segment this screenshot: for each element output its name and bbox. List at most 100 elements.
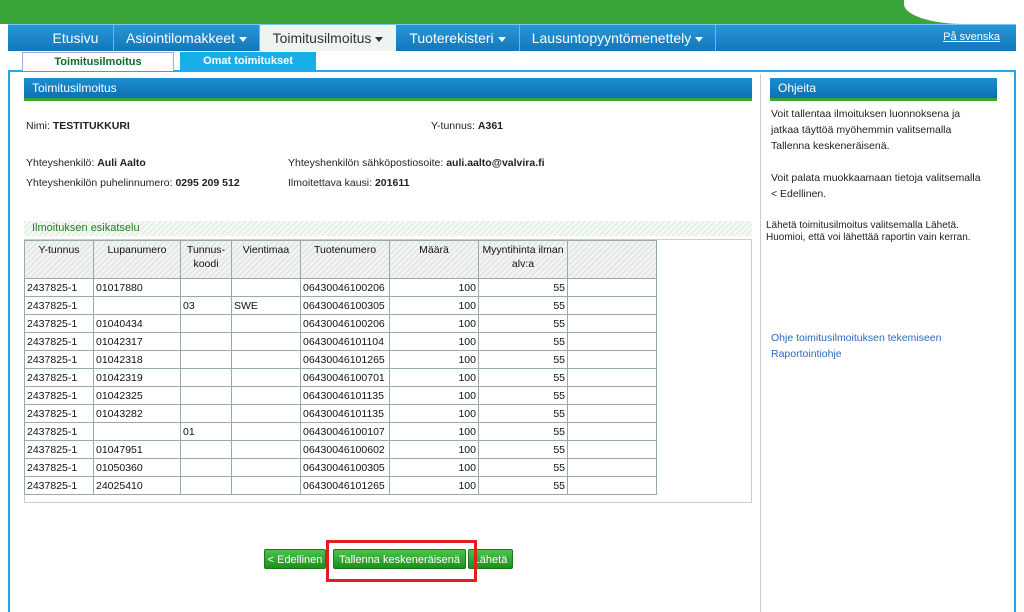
table-row: 2437825-1 01042325 06430046101135 100 55 <box>24 386 657 405</box>
table-cell: 2437825-1 <box>24 440 94 459</box>
table-cell <box>567 314 657 333</box>
period-label: Ilmoitettava kausi: <box>288 177 373 189</box>
table-cell <box>567 368 657 387</box>
table-cell: 100 <box>389 404 479 423</box>
table-cell: 55 <box>478 278 568 297</box>
table-cell: 06430046100305 <box>300 296 390 315</box>
nav-item-tuoterekisteri[interactable]: Tuoterekisteri <box>396 25 520 51</box>
table-cell: 01042325 <box>93 386 181 405</box>
nav-label: Asiointilomakkeet <box>126 30 235 46</box>
table-cell: 06430046101135 <box>300 386 390 405</box>
contact-value: Auli Aalto <box>97 157 146 169</box>
table-cell: 2437825-1 <box>24 278 94 297</box>
table-cell <box>180 332 232 351</box>
table-cell <box>231 404 301 423</box>
phone-value: 0295 209 512 <box>175 177 240 189</box>
table-row: 2437825-1 01 06430046100107 100 55 <box>24 422 657 441</box>
language-link[interactable]: På svenska <box>943 31 1000 43</box>
table-cell: 55 <box>478 476 568 495</box>
frame-border <box>1014 70 1016 612</box>
frame-border <box>8 70 10 612</box>
table-cell <box>231 314 301 333</box>
table-cell <box>567 350 657 369</box>
nav-item-lausuntopyyntomenettely[interactable]: Lausuntopyyntömenettely <box>520 25 716 51</box>
table-cell: SWE <box>231 296 301 315</box>
table-cell: 2437825-1 <box>24 386 94 405</box>
table-row: 2437825-1 01042319 06430046100701 100 55 <box>24 368 657 387</box>
table-cell: 01043282 <box>93 404 181 423</box>
phone-label: Yhteyshenkilön puhelinnumero: <box>26 177 173 189</box>
table-cell: 2437825-1 <box>24 350 94 369</box>
table-cell: 01042319 <box>93 368 181 387</box>
table-cell: 55 <box>478 386 568 405</box>
nav-label: Etusivu <box>52 30 99 46</box>
table-cell: 55 <box>478 422 568 441</box>
ytunnus-field: Y-tunnus: A361 <box>431 120 503 132</box>
table-cell <box>567 386 657 405</box>
chevron-down-icon <box>238 36 247 42</box>
table-cell: 100 <box>389 476 479 495</box>
table-cell: 2437825-1 <box>24 476 94 495</box>
table-cell <box>231 368 301 387</box>
table-cell: 55 <box>478 332 568 351</box>
help-line: Huomioi, että voi lähettää raportin vain… <box>766 232 971 243</box>
table-cell <box>231 278 301 297</box>
help-link-instructions[interactable]: Ohje toimitusilmoituksen tekemiseen <box>771 332 941 344</box>
table-cell: 01042317 <box>93 332 181 351</box>
table-cell: 2437825-1 <box>24 296 94 315</box>
subtab-toimitusilmoitus[interactable]: Toimitusilmoitus <box>22 52 174 71</box>
table-cell: 06430046100602 <box>300 440 390 459</box>
nav-item-toimitusilmoitus[interactable]: Toimitusilmoitus <box>260 25 396 51</box>
highlight-box <box>326 540 477 582</box>
table-cell: 01 <box>180 422 232 441</box>
nav-item-asiointilomakkeet[interactable]: Asiointilomakkeet <box>114 25 260 51</box>
table-cell <box>231 386 301 405</box>
nav-label: Lausuntopyyntömenettely <box>531 30 692 46</box>
table-row: 2437825-1 01050360 06430046100305 100 55 <box>24 458 657 477</box>
table-cell: 06430046100701 <box>300 368 390 387</box>
table-cell <box>180 404 232 423</box>
help-link-reporting[interactable]: Raportointiohje <box>771 348 842 360</box>
help-paragraph-2: Voit palata muokkaamaan tietoja valitsem… <box>771 170 981 202</box>
nav-label: Toimitusilmoitus <box>272 30 372 46</box>
subtab-omat-toimitukset[interactable]: Omat toimitukset <box>180 52 316 70</box>
table-cell <box>231 332 301 351</box>
table-row: 2437825-1 24025410 06430046101265 100 55 <box>24 476 657 495</box>
table-cell <box>231 458 301 477</box>
col-header: Tunnus-koodi <box>180 240 232 279</box>
table-cell <box>180 314 232 333</box>
table-cell: 24025410 <box>93 476 181 495</box>
help-line: Tallenna keskeneräisenä. <box>771 140 890 152</box>
table-cell <box>567 278 657 297</box>
help-line: Voit tallentaa ilmoituksen luonnoksena j… <box>771 108 961 120</box>
period-field: Ilmoitettava kausi: 201611 <box>288 177 409 189</box>
table-row: 2437825-1 03 SWE 06430046100305 100 55 <box>24 296 657 315</box>
table-cell: 100 <box>389 350 479 369</box>
table-cell: 2437825-1 <box>24 404 94 423</box>
email-field: Yhteyshenkilön sähköpostiosoite: auli.aa… <box>288 157 545 169</box>
table-cell: 100 <box>389 296 479 315</box>
table-cell <box>567 440 657 459</box>
nav-item-etusivu[interactable]: Etusivu <box>38 25 114 51</box>
table-cell <box>567 332 657 351</box>
ytunnus-label: Y-tunnus: <box>431 120 475 132</box>
col-header: Määrä <box>389 240 479 279</box>
table-cell: 01042318 <box>93 350 181 369</box>
contact-label: Yhteyshenkilö: <box>26 157 95 169</box>
table-cell <box>567 404 657 423</box>
table-cell <box>180 476 232 495</box>
table-cell: 01017880 <box>93 278 181 297</box>
preview-title: Ilmoituksen esikatselu <box>24 221 752 236</box>
table-cell: 2437825-1 <box>24 332 94 351</box>
table-cell: 06430046100305 <box>300 458 390 477</box>
page-title: Toimitusilmoitus <box>24 78 752 101</box>
table-header-row: Y-tunnus Lupanumero Tunnus-koodi Vientim… <box>24 240 657 279</box>
table-cell: 55 <box>478 458 568 477</box>
help-title: Ohjeita <box>770 78 997 101</box>
contact-field: Yhteyshenkilö: Auli Aalto <box>26 157 146 169</box>
table-cell <box>180 386 232 405</box>
table-cell: 01047951 <box>93 440 181 459</box>
table-cell: 55 <box>478 350 568 369</box>
chevron-down-icon <box>375 36 384 42</box>
previous-button[interactable]: < Edellinen <box>264 549 326 569</box>
